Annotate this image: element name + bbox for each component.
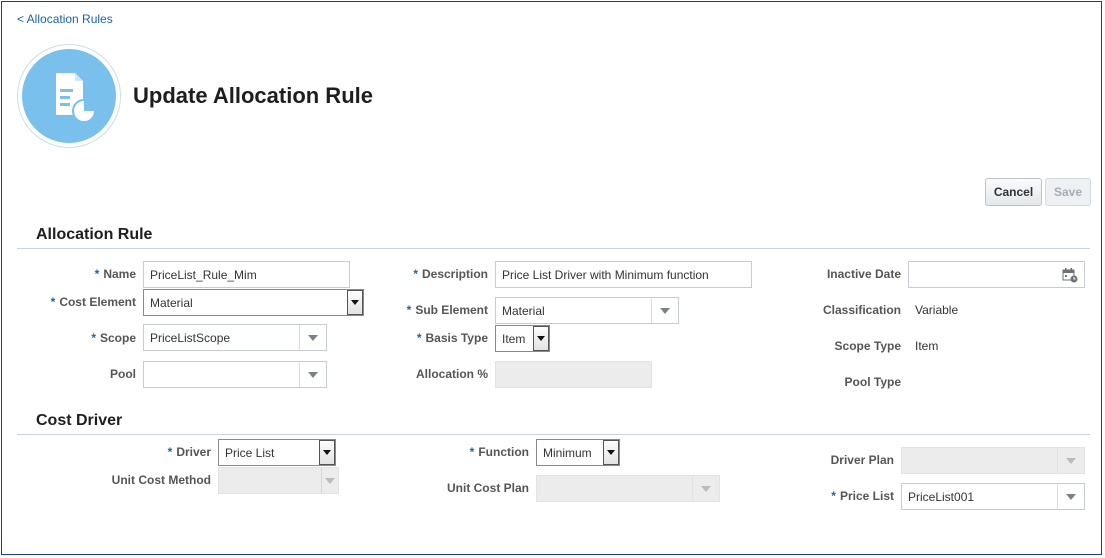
name-label: * Name: [94, 267, 136, 281]
inactive-date-input[interactable]: [908, 261, 1085, 288]
function-value: Minimum: [543, 445, 592, 460]
description-label: * Description: [413, 267, 488, 281]
cost-element-value: Material: [150, 295, 193, 310]
scope-combobox[interactable]: PriceListScope: [143, 324, 327, 351]
pool-label: Pool: [110, 367, 136, 381]
driver-plan-combobox: [901, 447, 1085, 474]
section-title-allocation-rule: Allocation Rule: [36, 226, 153, 243]
chevron-down-icon: [692, 476, 719, 501]
chevron-down-icon[interactable]: [1057, 484, 1084, 509]
price-list-combobox[interactable]: PriceList001: [901, 483, 1085, 510]
driver-value: Price List: [225, 445, 275, 460]
chevron-down-icon[interactable]: [533, 326, 549, 351]
chevron-down-icon: [1057, 448, 1084, 473]
section-title-cost-driver: Cost Driver: [36, 412, 123, 429]
unit-cost-plan-label: Unit Cost Plan: [446, 481, 529, 495]
chevron-down-icon[interactable]: [299, 325, 326, 350]
chevron-down-icon[interactable]: [603, 440, 619, 465]
price-list-label: * Price List: [831, 489, 894, 503]
breadcrumb-back-link[interactable]: < Allocation Rules: [17, 12, 113, 26]
chevron-down-icon[interactable]: [299, 362, 326, 387]
name-input[interactable]: PriceList_Rule_Mim: [143, 261, 350, 288]
cost-element-select[interactable]: Material: [143, 289, 364, 316]
driver-label: * Driver: [167, 445, 211, 459]
page-title: Update Allocation Rule: [133, 83, 373, 108]
chevron-down-icon[interactable]: [319, 440, 335, 465]
section-divider: [17, 248, 1090, 249]
sub-element-label: * Sub Element: [406, 303, 488, 317]
calendar-icon[interactable]: [1062, 267, 1078, 283]
pool-type-label: Pool Type: [844, 375, 901, 389]
page-hero-icon: [17, 44, 121, 148]
allocation-percent-label: Allocation %: [415, 367, 488, 381]
chevron-down-icon[interactable]: [347, 290, 363, 315]
classification-label: Classification: [822, 303, 901, 317]
function-label: * Function: [469, 445, 529, 459]
document-chart-icon: [56, 73, 96, 123]
cost-element-label: * Cost Element: [50, 295, 136, 309]
basis-type-label: * Basis Type: [416, 331, 488, 345]
allocation-percent-input: [495, 361, 652, 388]
scope-value: PriceListScope: [150, 330, 231, 345]
inactive-date-label: Inactive Date: [826, 267, 901, 281]
unit-cost-method-label: Unit Cost Method: [111, 473, 211, 487]
function-select[interactable]: Minimum: [536, 439, 620, 466]
driver-plan-label: Driver Plan: [830, 453, 894, 467]
basis-type-select[interactable]: Item: [495, 325, 550, 352]
save-button[interactable]: Save: [1045, 178, 1091, 206]
scope-type-label: Scope Type: [834, 339, 901, 353]
description-input[interactable]: Price List Driver with Minimum function: [495, 261, 752, 288]
sub-element-combobox[interactable]: Material: [495, 297, 679, 324]
scope-label: * Scope: [91, 331, 136, 345]
price-list-value: PriceList001: [908, 489, 975, 504]
driver-select[interactable]: Price List: [218, 439, 336, 466]
classification-value: Variable: [915, 303, 959, 317]
basis-type-value: Item: [502, 331, 526, 346]
section-divider: [17, 434, 1090, 435]
pool-combobox[interactable]: [143, 361, 327, 388]
chevron-down-icon: [321, 468, 338, 493]
sub-element-value: Material: [502, 303, 545, 318]
chevron-down-icon[interactable]: [651, 298, 678, 323]
unit-cost-plan-combobox: [536, 475, 720, 502]
cancel-button[interactable]: Cancel: [985, 178, 1042, 206]
scope-type-value: Item: [915, 339, 939, 353]
unit-cost-method-select: [218, 467, 339, 494]
